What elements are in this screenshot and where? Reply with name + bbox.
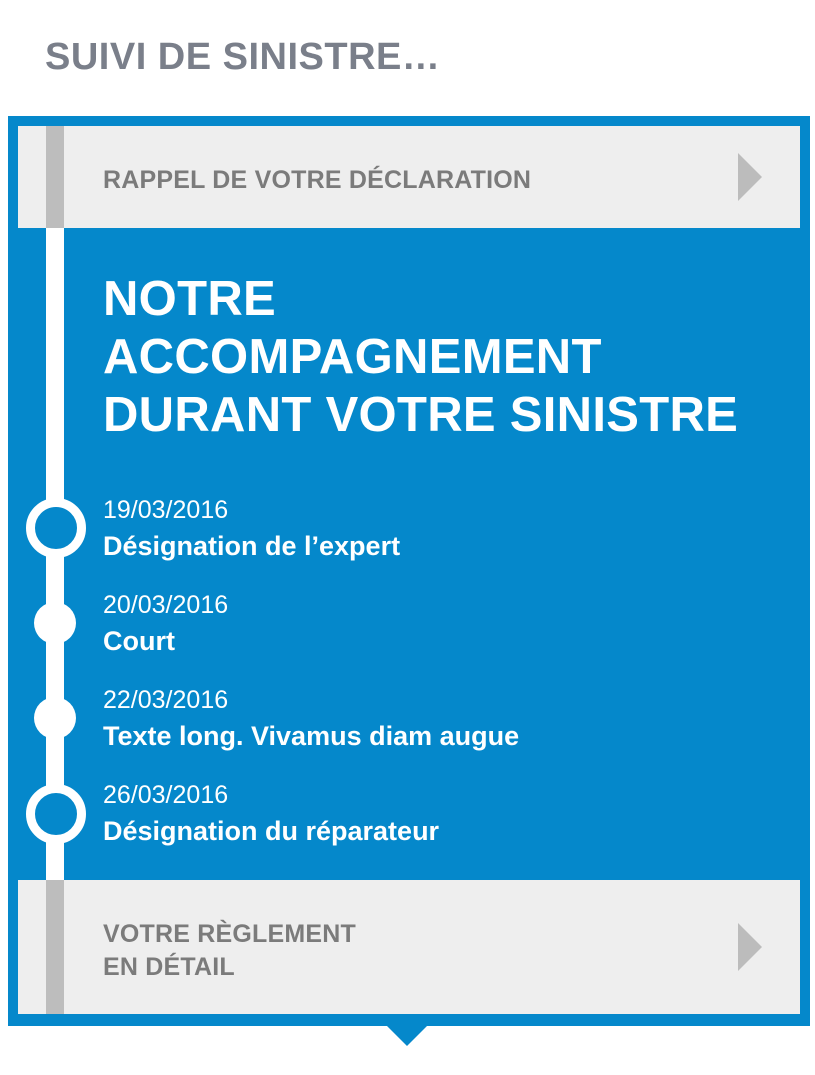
section-title-line: NOTRE [103, 272, 276, 326]
panel-pointer-arrow [385, 1024, 429, 1046]
timeline-event: 26/03/2016 Désignation du réparateur [103, 780, 439, 848]
settlement-detail-card[interactable]: VOTRE RÈGLEMENT EN DÉTAIL [18, 880, 800, 1014]
timeline-dot-marker-icon [34, 697, 76, 739]
page-title: SUIVI DE SINISTRE… [45, 36, 441, 78]
card-timeline-bar [46, 126, 64, 228]
timeline-event: 22/03/2016 Texte long. Vivamus diam augu… [103, 685, 519, 753]
timeline-ring-marker-icon [26, 498, 86, 558]
declaration-reminder-label: RAPPEL DE VOTRE DÉCLARATION [103, 166, 532, 194]
timeline-ring-marker-icon [26, 784, 86, 844]
section-title: NOTRE ACCOMPAGNEMENT DURANT VOTRE SINIST… [103, 270, 738, 444]
declaration-reminder-card[interactable]: RAPPEL DE VOTRE DÉCLARATION [18, 126, 800, 228]
event-date: 26/03/2016 [103, 781, 229, 809]
event-date: 20/03/2016 [103, 591, 229, 619]
event-label: Court [103, 626, 175, 656]
event-label: Texte long. Vivamus diam augue [103, 721, 520, 751]
timeline-event: 19/03/2016 Désignation de l’expert [103, 495, 400, 563]
section-title-line: ACCOMPAGNEMENT [103, 330, 602, 384]
timeline-event: 20/03/2016 Court [103, 590, 228, 658]
event-label: Désignation du réparateur [103, 816, 440, 846]
chevron-right-icon [738, 923, 762, 971]
chevron-right-icon [738, 153, 762, 201]
event-date: 22/03/2016 [103, 686, 229, 714]
card-timeline-bar [46, 880, 64, 1014]
timeline-dot-marker-icon [34, 602, 76, 644]
event-label: Désignation de l’expert [103, 531, 401, 561]
section-title-line: DURANT VOTRE SINISTRE [103, 388, 739, 442]
event-date: 19/03/2016 [103, 496, 229, 524]
settlement-detail-label: VOTRE RÈGLEMENT EN DÉTAIL [103, 920, 357, 981]
